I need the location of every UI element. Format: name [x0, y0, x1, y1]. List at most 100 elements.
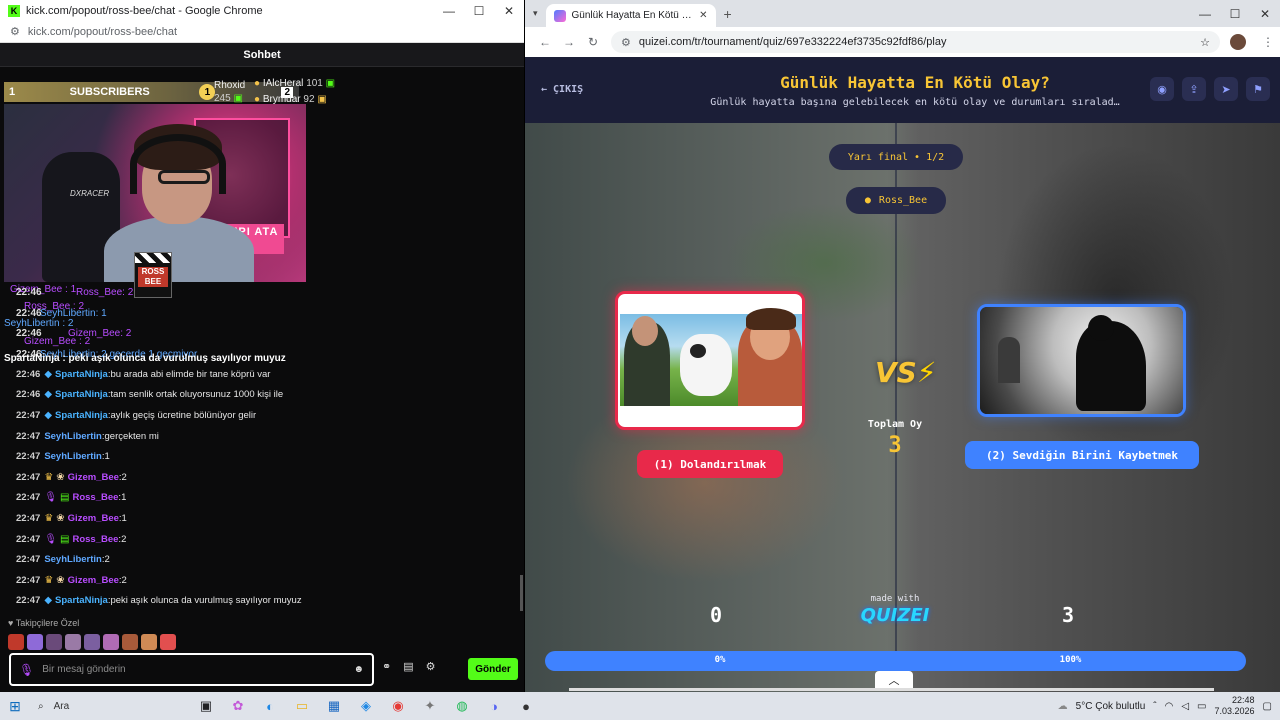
tab-search-icon[interactable]: ▾ — [533, 8, 538, 19]
option-b-button[interactable]: (2) Sevdiğin Birini Kaybetmek — [965, 441, 1199, 469]
emote[interactable] — [122, 634, 138, 650]
followers-only-label: ♥ Takipçilere Özel — [8, 618, 80, 628]
wifi-icon[interactable]: ◠ — [1165, 701, 1174, 712]
chat-message[interactable]: 22:46 ◆ SpartaNinja: bu arada abi elimde b… — [0, 364, 520, 385]
emoji-icon[interactable]: ☻ — [353, 664, 364, 675]
eye-icon[interactable]: ◉ — [1150, 77, 1174, 101]
tab-quiz[interactable]: Günlük Hayatta En Kötü Olay? ✕ — [545, 4, 716, 27]
message-username[interactable]: SpartaNinja — [55, 595, 108, 606]
window-titlebar[interactable]: K kick.com/popout/ross-bee/chat - Google… — [0, 0, 524, 21]
quizei-logo[interactable]: QUIZEI — [845, 605, 945, 626]
share-icon[interactable]: ⇪ — [1182, 77, 1206, 101]
profile-avatar[interactable] — [1230, 34, 1246, 50]
bookmark-star-icon[interactable]: ☆ — [1200, 36, 1210, 49]
chat-message[interactable]: 22:47 🎙 ▤ Ross_Bee: 2 — [0, 529, 520, 550]
tab-close-icon[interactable]: ✕ — [699, 10, 707, 21]
chat-message[interactable]: 22:47 ♛ ❀ Gizem_Bee: 2 — [0, 467, 520, 488]
store-icon[interactable]: ▦ — [318, 695, 350, 717]
file-explorer-icon[interactable]: ▭ — [286, 695, 318, 717]
obs-icon[interactable]: ● — [510, 695, 542, 717]
option-b-card[interactable] — [977, 304, 1186, 417]
sub-goal-label: SUBSCRIBERS — [69, 86, 150, 98]
clock[interactable]: 22:48 7.03.2026 — [1215, 695, 1255, 717]
url-text: quizei.com/tr/tournament/quiz/697e332224… — [638, 36, 947, 48]
taskbar-search[interactable]: ⌕ Ara — [30, 695, 190, 717]
chat-message-list[interactable]: 22:46 ◆ SpartaNinja: bu arada abi elimde b… — [0, 364, 520, 611]
message-username[interactable]: SpartaNinja — [55, 389, 108, 400]
minimize-icon[interactable]: — — [434, 4, 464, 18]
chat-scrollbar[interactable] — [520, 575, 523, 611]
gear-icon[interactable]: ⚙ — [426, 660, 436, 673]
message-username[interactable]: SpartaNinja — [55, 369, 108, 380]
app-icon[interactable]: ✦ — [414, 695, 446, 717]
message-username[interactable]: SeyhLibertin — [44, 554, 102, 565]
flag-icon[interactable]: ⚑ — [1246, 77, 1270, 101]
close-icon[interactable]: ✕ — [1250, 7, 1280, 21]
total-votes-label: Toplam Oy — [867, 419, 923, 430]
address-bar[interactable]: ⚙ kick.com/popout/ross-bee/chat — [0, 21, 524, 43]
weather-text[interactable]: 5°C Çok bulutlu — [1076, 701, 1146, 712]
store-icon[interactable]: ▤ — [403, 660, 413, 673]
emote[interactable] — [103, 634, 119, 650]
forward-icon[interactable]: → — [557, 35, 581, 49]
windows-start-icon[interactable]: ⊞ — [0, 698, 30, 715]
emote[interactable] — [8, 634, 24, 650]
emote[interactable] — [65, 634, 81, 650]
chat-message[interactable]: 22:47 SeyhLibertin: gerçekten mi — [0, 426, 520, 447]
task-view-icon[interactable]: ▣ — [190, 695, 222, 717]
reload-icon[interactable]: ↻ — [581, 35, 605, 49]
chevron-up-icon[interactable]: ︿ — [875, 671, 913, 689]
menu-kebab-icon[interactable]: ⋮ — [1256, 35, 1280, 49]
maximize-icon[interactable]: ☐ — [464, 4, 494, 18]
emote[interactable] — [46, 634, 62, 650]
maximize-icon[interactable]: ☐ — [1220, 7, 1250, 21]
back-icon[interactable]: ← — [533, 35, 557, 49]
copilot-icon[interactable]: ✿ — [222, 695, 254, 717]
chat-message[interactable]: 22:47 SeyhLibertin: 2 — [0, 549, 520, 570]
message-username[interactable]: SeyhLibertin — [44, 431, 102, 442]
chat-message[interactable]: 22:47 ♛ ❀ Gizem_Bee: 2 — [0, 570, 520, 591]
chat-message[interactable]: 22:47 ◆ SpartaNinja: peki aşık olunca da v… — [0, 591, 520, 612]
link-icon[interactable]: ⚭ — [382, 660, 391, 673]
address-bar[interactable]: ⚙ quizei.com/tr/tournament/quiz/697e3322… — [611, 31, 1220, 53]
chat-message[interactable]: 22:46 ◆ SpartaNinja: tam senlik ortak oluy… — [0, 385, 520, 406]
cloud-icon: ☁ — [1057, 700, 1068, 712]
volume-icon[interactable]: ◁ — [1181, 701, 1189, 712]
message-username[interactable]: SpartaNinja — [55, 410, 108, 421]
chrome-icon[interactable]: ◉ — [382, 695, 414, 717]
site-info-icon[interactable]: ⚙ — [10, 25, 20, 38]
chat-message-input[interactable]: 🎙 Bir mesaj gönderin ☻ — [9, 653, 374, 686]
close-icon[interactable]: ✕ — [494, 4, 524, 18]
minimize-icon[interactable]: — — [1190, 7, 1220, 21]
vpn-icon[interactable]: ◈ — [350, 695, 382, 717]
exit-link[interactable]: ← ÇIKIŞ — [541, 84, 583, 95]
edge-icon[interactable]: ◐ — [254, 695, 286, 717]
chevron-up-icon[interactable]: ˆ — [1153, 701, 1156, 712]
message-username[interactable]: SeyhLibertin — [44, 451, 102, 462]
option-a-card[interactable] — [615, 291, 805, 430]
chat-message[interactable]: 22:47 ◆ SpartaNinja: aylık geçiş ücretine … — [0, 405, 520, 426]
send-icon[interactable]: ➤ — [1214, 77, 1238, 101]
mic-icon[interactable]: 🎙 — [19, 663, 34, 677]
chat-message[interactable]: 22:47 🎙 ▤ Ross_Bee: 1 — [0, 488, 520, 509]
chat-message[interactable]: 22:47 SeyhLibertin: 1 — [0, 446, 520, 467]
message-username[interactable]: Gizem_Bee — [68, 575, 119, 586]
discord-icon[interactable]: ◑ — [478, 695, 510, 717]
message-username[interactable]: Ross_Bee — [72, 534, 118, 545]
chat-message[interactable]: 22:47 ♛ ❀ Gizem_Bee: 1 — [0, 508, 520, 529]
message-username[interactable]: Ross_Bee — [72, 492, 118, 503]
battery-icon[interactable]: ▭ — [1197, 701, 1206, 712]
notification-icon[interactable]: ▢ — [1263, 701, 1272, 712]
send-button[interactable]: Gönder — [468, 658, 518, 680]
emote[interactable] — [84, 634, 100, 650]
message-username[interactable]: Gizem_Bee — [68, 513, 119, 524]
spotify-icon[interactable]: ◍ — [446, 695, 478, 717]
emote[interactable] — [141, 634, 157, 650]
site-info-icon[interactable]: ⚙ — [621, 36, 631, 49]
emote[interactable] — [27, 634, 43, 650]
option-a-button[interactable]: (1) Dolandırılmak — [637, 450, 783, 478]
new-tab-icon[interactable]: + — [724, 6, 732, 22]
option-a-score: 0 — [710, 603, 723, 627]
emote[interactable] — [160, 634, 176, 650]
message-username[interactable]: Gizem_Bee — [68, 472, 119, 483]
